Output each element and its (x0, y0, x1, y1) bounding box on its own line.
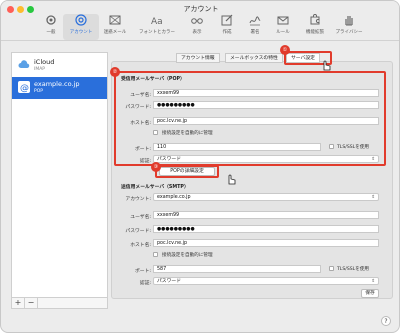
outgoing-heading: 送信用メールサーバ（SMTP） (121, 185, 189, 190)
toolbar-junk-label: 迷惑メール (103, 30, 127, 35)
incoming-password-label: パスワード: (125, 105, 151, 110)
tab-mailbox-behaviors[interactable]: メールボックスの特性 (225, 53, 283, 63)
gear-icon (46, 15, 56, 25)
toolbar-rules-label: ルール (276, 30, 290, 35)
hand-icon (345, 16, 353, 26)
toolbar-fonts[interactable]: Aa フォントとカラー (139, 14, 175, 40)
toolbar-fonts-label: フォントとカラー (139, 30, 175, 35)
incoming-host-field[interactable]: poc.lcv.ne.jp (153, 117, 379, 125)
outgoing-host-label: ホスト名: (130, 243, 151, 248)
puzzle-icon (310, 14, 320, 25)
incoming-user-label: ユーザ名: (130, 93, 151, 98)
step-badge-2: ② (110, 67, 120, 77)
incoming-auth-label: 認証: (139, 159, 151, 164)
account-type: IMAP (34, 67, 46, 72)
outgoing-auth-value: パスワード (157, 279, 181, 284)
chevron-updown-icon: ⇕ (371, 157, 375, 162)
chevron-updown-icon: ⇕ (371, 279, 375, 284)
tab-account-info[interactable]: アカウント情報 (176, 53, 220, 63)
remove-account-button[interactable]: − (25, 298, 38, 308)
sidebar-controls: + − (11, 297, 108, 309)
outgoing-host-field[interactable]: poc.lcv.ne.jp (153, 239, 379, 247)
glasses-icon (191, 18, 203, 24)
incoming-port-label: ポート: (134, 147, 151, 152)
chevron-updown-icon: ⇕ (371, 195, 375, 200)
outgoing-auto-manage-label: 接続設定を自動的に管理 (162, 253, 213, 258)
incoming-password-field[interactable]: ●●●●●●●●● (153, 101, 379, 109)
at-icon: @ (18, 81, 30, 93)
account-type: POP (34, 89, 43, 94)
accounts-window: アカウント 一般 アカウント 迷惑メール Aa フォントとカラー 表示 作成 署… (0, 0, 400, 333)
incoming-auth-value: パスワード (157, 157, 181, 162)
outgoing-port-label: ポート: (134, 269, 151, 274)
incoming-tls-checkbox[interactable] (329, 144, 334, 149)
incoming-auth-select[interactable]: パスワード ⇕ (153, 155, 379, 163)
help-button[interactable]: ? (381, 316, 391, 326)
advanced-highlight-box (155, 165, 219, 178)
pointer-hand-icon (228, 174, 236, 185)
outgoing-account-select[interactable]: example.co.jp ⇕ (153, 193, 379, 201)
outgoing-port-field[interactable]: 587 (153, 265, 321, 273)
titlebar: アカウント 一般 アカウント 迷惑メール Aa フォントとカラー 表示 作成 署… (1, 1, 399, 41)
outgoing-account-value: example.co.jp (157, 195, 191, 200)
outgoing-auth-select[interactable]: パスワード ⇕ (153, 277, 379, 285)
at-icon (75, 14, 87, 26)
toolbar-junk[interactable]: 迷惑メール (97, 14, 133, 40)
incoming-host-label: ホスト名: (130, 121, 151, 126)
incoming-tls-label: TLS/SSLを使用 (337, 145, 370, 150)
outgoing-tls-label: TLS/SSLを使用 (337, 267, 370, 272)
window-title: アカウント (183, 5, 219, 13)
outgoing-password-label: パスワード: (125, 229, 151, 234)
account-name: example.co.jp (34, 80, 80, 88)
outgoing-user-field[interactable]: xxxem99 (153, 211, 379, 219)
outgoing-auth-label: 認証: (139, 281, 151, 286)
incoming-port-field[interactable]: 110 (153, 143, 321, 151)
outgoing-tls-checkbox[interactable] (329, 266, 334, 271)
svg-text:@: @ (20, 84, 29, 94)
cloud-icon (18, 60, 30, 68)
step-badge-1: ① (280, 45, 290, 55)
incoming-user-field[interactable]: xxxem99 (153, 89, 379, 97)
step-badge-3: ③ (151, 162, 161, 172)
accounts-sidebar: iCloud IMAP @ example.co.jp POP (11, 52, 108, 309)
outgoing-password-field[interactable]: ●●●●●●●●● (153, 225, 379, 233)
pointer-hand-icon (323, 60, 331, 71)
font-icon: Aa (151, 17, 163, 26)
toolbar-extensions-label: 機能拡張 (306, 30, 324, 35)
toolbar-extensions[interactable]: 機能拡張 (297, 14, 333, 40)
toolbar-privacy-label: プライバシー (335, 30, 363, 35)
account-item-example[interactable]: @ example.co.jp POP (12, 77, 107, 99)
incoming-auto-manage-checkbox[interactable] (153, 130, 158, 135)
compose-icon (221, 14, 233, 26)
outgoing-account-label: アカウント: (125, 197, 151, 202)
junk-mail-icon (109, 15, 121, 25)
account-name: iCloud (34, 58, 55, 66)
outgoing-auto-manage-checkbox[interactable] (153, 252, 158, 257)
add-account-button[interactable]: + (12, 298, 25, 308)
toolbar-rules[interactable]: ルール (265, 14, 301, 40)
incoming-heading: 受信用メールサーバ（POP） (121, 77, 185, 82)
account-item-icloud[interactable]: iCloud IMAP (12, 55, 107, 77)
svg-text:Aa: Aa (151, 17, 163, 26)
signature-icon (249, 16, 261, 26)
outgoing-user-label: ユーザ名: (130, 215, 151, 220)
toolbar-accounts[interactable]: アカウント (63, 14, 99, 40)
incoming-auto-manage-label: 接続設定を自動的に管理 (162, 131, 213, 136)
save-button[interactable]: 保存 (361, 289, 379, 298)
toolbar-accounts-label: アカウント (69, 30, 93, 35)
toolbar-privacy[interactable]: プライバシー (331, 14, 367, 40)
rules-icon (277, 16, 289, 25)
